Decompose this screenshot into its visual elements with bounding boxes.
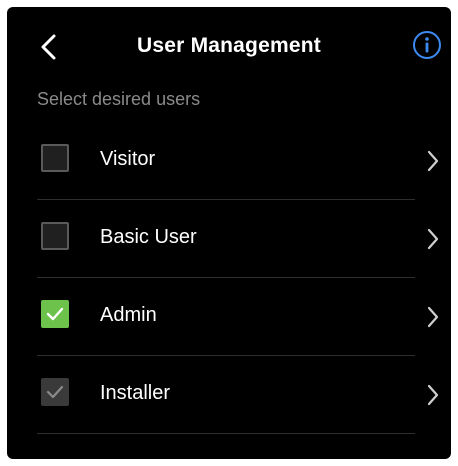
divider — [37, 433, 415, 434]
user-list: Visitor Basic User Admin Installer — [7, 122, 451, 434]
installer-checkbox — [41, 378, 69, 406]
user-label: Basic User — [100, 226, 197, 248]
instruction-text: Select desired users — [37, 89, 201, 109]
basic-user-checkbox[interactable] — [41, 222, 69, 250]
user-management-screen: User Management Select desired users Vis… — [7, 7, 451, 459]
page-title: User Management — [137, 34, 321, 57]
user-label: Installer — [100, 382, 171, 404]
chevron-right-icon — [427, 228, 439, 250]
info-circle-icon — [413, 31, 441, 59]
chevron-right-icon — [427, 306, 439, 328]
user-row-basic-user[interactable]: Basic User — [7, 200, 451, 278]
user-label: Admin — [100, 304, 157, 326]
checkmark-icon — [46, 385, 64, 399]
admin-checkbox[interactable] — [41, 300, 69, 328]
chevron-right-icon — [427, 150, 439, 172]
user-row-admin[interactable]: Admin — [7, 278, 451, 356]
header: User Management — [7, 25, 451, 69]
user-label: Visitor — [100, 148, 156, 170]
user-row-visitor[interactable]: Visitor — [7, 122, 451, 200]
info-button[interactable] — [412, 30, 442, 60]
user-row-installer[interactable]: Installer — [7, 356, 451, 434]
chevron-right-icon — [427, 384, 439, 406]
visitor-checkbox[interactable] — [41, 144, 69, 172]
checkmark-icon — [46, 307, 64, 321]
